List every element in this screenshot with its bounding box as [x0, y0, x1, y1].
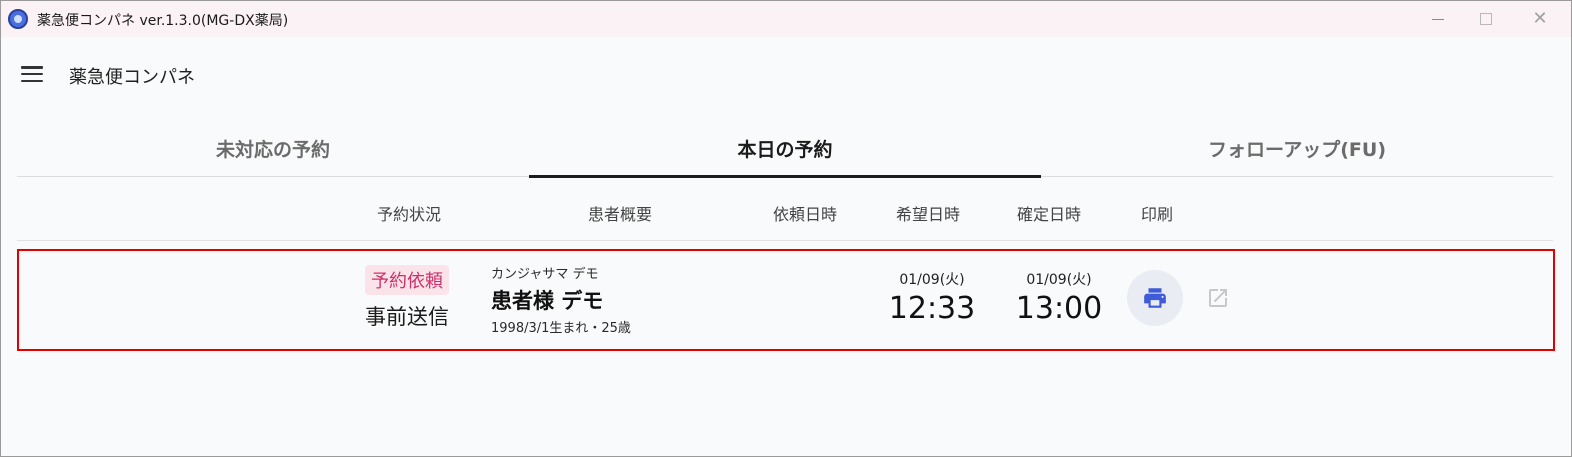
header-confirmed-datetime: 確定日時: [1016, 205, 1082, 224]
close-button[interactable]: ✕: [1517, 1, 1563, 37]
tab-today-reservations[interactable]: 本日の予約: [529, 119, 1041, 177]
desired-time: 12:33: [888, 291, 976, 326]
maximize-icon: [1480, 13, 1492, 25]
app-title: 薬急便コンパネ: [69, 67, 195, 88]
minimize-button[interactable]: [1415, 1, 1461, 37]
status-sub-label: 事前送信: [365, 305, 449, 329]
header-print: 印刷: [1140, 205, 1174, 224]
active-tab-indicator: [529, 175, 1041, 178]
close-icon: ✕: [1532, 8, 1548, 29]
tab-bar: 未対応の予約 本日の予約 フォローアップ(FU): [17, 119, 1553, 178]
print-button[interactable]: [1127, 270, 1183, 326]
title-bar: 薬急便コンパネ ver.1.3.0(MG-DX薬局) ✕: [1, 1, 1571, 37]
minimize-icon: [1432, 18, 1444, 20]
app-window: 薬急便コンパネ ver.1.3.0(MG-DX薬局) ✕ 薬急便コンパネ 未対応…: [0, 0, 1572, 457]
patient-birth: 1998/3/1生まれ・25歳: [491, 321, 631, 336]
status-badge: 予約依頼: [365, 265, 449, 295]
desired-date: 01/09(火): [899, 272, 965, 288]
header-patient: 患者概要: [587, 205, 653, 224]
header-status: 予約状況: [376, 205, 442, 224]
external-link-icon: [1209, 289, 1227, 307]
hamburger-menu-icon[interactable]: [21, 66, 45, 82]
confirmed-time: 13:00: [1015, 291, 1103, 326]
header-desired-datetime: 希望日時: [895, 205, 961, 224]
confirmed-date: 01/09(火): [1026, 272, 1092, 288]
app-bar: 薬急便コンパネ: [1, 37, 1571, 107]
open-external-button[interactable]: [1205, 285, 1231, 311]
header-request-datetime: 依頼日時: [772, 205, 838, 224]
app-logo-icon: [8, 9, 28, 29]
printer-icon: [1144, 288, 1166, 308]
table-header: 予約状況 患者概要 依頼日時 希望日時 確定日時 印刷: [17, 187, 1553, 241]
tab-unhandled-reservations[interactable]: 未対応の予約: [17, 119, 529, 177]
patient-kana: カンジャサマ デモ: [491, 267, 599, 282]
table-row[interactable]: 予約依頼 事前送信 カンジャサマ デモ 患者様 デモ 1998/3/1生まれ・2…: [17, 249, 1555, 351]
tab-follow-up[interactable]: フォローアップ(FU): [1041, 119, 1553, 177]
window-title: 薬急便コンパネ ver.1.3.0(MG-DX薬局): [37, 13, 289, 29]
maximize-button[interactable]: [1463, 1, 1509, 37]
patient-name: 患者様 デモ: [491, 289, 604, 313]
